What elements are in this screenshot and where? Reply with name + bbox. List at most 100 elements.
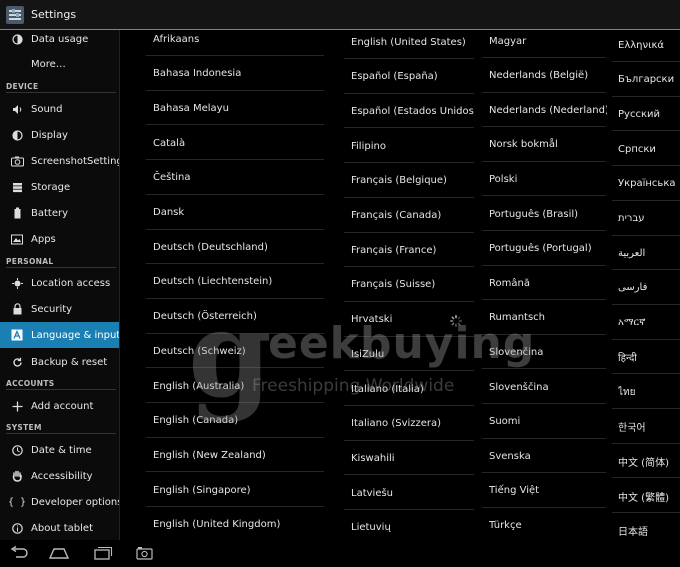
sidebar-item-label: Battery [31, 207, 69, 219]
language-option[interactable]: Svenska [489, 439, 607, 473]
language-option[interactable]: English (United States) [351, 25, 475, 59]
language-option[interactable]: Filipino [351, 129, 475, 163]
section-divider [6, 389, 116, 390]
sidebar-item-label: Add account [31, 400, 94, 412]
apps-icon [10, 232, 24, 246]
sidebar-item-add-account[interactable]: Add account [0, 393, 119, 419]
language-option[interactable]: Polski [489, 162, 607, 196]
home-icon[interactable] [48, 546, 70, 560]
sidebar-item-label: ScreenshotSetting [31, 155, 119, 167]
language-option[interactable]: Bahasa Indonesia [153, 57, 325, 91]
language-option[interactable]: עברית [618, 202, 680, 236]
language-option[interactable]: Português (Brasil) [489, 197, 607, 231]
settings-sidebar: Data usage More… DEVICE Sound Display Sc… [0, 30, 120, 540]
back-icon[interactable] [8, 546, 30, 560]
language-option[interactable]: Русский [618, 97, 680, 131]
language-option[interactable]: العربية [618, 236, 680, 270]
language-option[interactable]: Slovenščina [489, 370, 607, 404]
language-option[interactable]: አማርኛ [618, 306, 680, 340]
language-option[interactable]: Français (Suisse) [351, 268, 475, 302]
sidebar-item-label: More… [31, 58, 66, 70]
language-option[interactable]: Suomi [489, 405, 607, 439]
sidebar-item-language-input[interactable]: Language & input [0, 322, 119, 348]
language-option[interactable]: Latviešu [351, 476, 475, 510]
sidebar-item-data-usage[interactable]: Data usage [0, 26, 119, 52]
language-option[interactable]: Deutsch (Deutschland) [153, 230, 325, 264]
sidebar-item-security[interactable]: Security [0, 296, 119, 322]
sidebar-item-location-access[interactable]: Location access [0, 270, 119, 296]
language-option[interactable]: Bahasa Melayu [153, 91, 325, 125]
language-option[interactable]: 中文 (繁體) [618, 479, 680, 513]
location-icon [10, 276, 24, 290]
language-option[interactable]: Français (Canada) [351, 199, 475, 233]
language-option[interactable]: Српски [618, 132, 680, 166]
recent-apps-icon[interactable] [92, 546, 114, 560]
language-option[interactable]: Tiếng Việt [489, 474, 607, 508]
language-option[interactable]: English (Singapore) [153, 473, 325, 507]
sidebar-item-display[interactable]: Display [0, 122, 119, 148]
sidebar-item-screenshot-settings[interactable]: ScreenshotSetting [0, 148, 119, 174]
language-option[interactable]: Kiswahili [351, 441, 475, 475]
language-option[interactable]: English (New Zealand) [153, 438, 325, 472]
language-option[interactable]: فارسی [618, 271, 680, 305]
language-option[interactable]: 中文 (简体) [618, 444, 680, 478]
clock-icon [10, 443, 24, 457]
sidebar-item-label: Storage [31, 181, 71, 193]
sidebar-item-label: Date & time [31, 444, 92, 456]
screenshot-icon[interactable] [136, 546, 154, 560]
section-header-system: SYSTEM [6, 423, 42, 432]
language-option[interactable]: Magyar [489, 24, 607, 58]
language-option[interactable]: Українська [618, 167, 680, 201]
language-option[interactable]: हिन्दी [618, 340, 680, 374]
language-option[interactable]: Norsk bokmål [489, 128, 607, 162]
language-option[interactable]: Italiano (Svizzera) [351, 407, 475, 441]
language-option[interactable]: Español (Estados Unidos) [351, 94, 475, 128]
language-option[interactable]: Português (Portugal) [489, 232, 607, 266]
sidebar-item-label: Data usage [31, 33, 89, 45]
section-divider [6, 92, 116, 93]
sidebar-item-date-time[interactable]: Date & time [0, 437, 119, 463]
sidebar-item-developer-options[interactable]: { } Developer options [0, 489, 119, 515]
language-option[interactable]: Ελληνικά [618, 28, 680, 62]
language-option[interactable]: Dansk [153, 196, 325, 230]
app-title: Settings [31, 8, 77, 21]
sidebar-item-label: Apps [31, 233, 56, 245]
sidebar-item-sound[interactable]: Sound [0, 96, 119, 122]
language-option[interactable]: ไทย [618, 375, 680, 409]
speaker-icon [10, 102, 24, 116]
language-option[interactable]: Türkçe [489, 508, 607, 542]
sidebar-item-label: Backup & reset [31, 356, 108, 368]
language-option[interactable]: Nederlands (België) [489, 59, 607, 93]
language-option[interactable]: Nederlands (Nederland) [489, 93, 607, 127]
sidebar-item-more[interactable]: More… [0, 51, 119, 77]
plus-icon [10, 399, 24, 413]
language-option[interactable]: Čeština [153, 161, 325, 195]
data-usage-icon [10, 32, 24, 46]
sidebar-item-apps[interactable]: Apps [0, 226, 119, 252]
sidebar-item-backup-reset[interactable]: Backup & reset [0, 349, 119, 375]
language-option[interactable]: Български [618, 63, 680, 97]
settings-app-icon[interactable] [5, 5, 25, 25]
language-option[interactable]: Français (France) [351, 233, 475, 267]
language-option[interactable]: Català [153, 126, 325, 160]
sidebar-item-about-tablet[interactable]: About tablet [0, 515, 119, 541]
language-option[interactable]: Français (Belgique) [351, 164, 475, 198]
language-option[interactable]: Español (España) [351, 60, 475, 94]
language-option[interactable]: Afrikaans [153, 22, 325, 56]
language-option[interactable]: 한국어 [618, 410, 680, 444]
language-option[interactable]: Română [489, 266, 607, 300]
info-icon [10, 521, 24, 535]
watermark-tagline: Freeshipping Worldwide [252, 376, 455, 396]
camera-icon [10, 154, 24, 168]
braces-icon: { } [7, 496, 27, 508]
backup-icon [10, 355, 24, 369]
sidebar-item-storage[interactable]: Storage [0, 174, 119, 200]
sidebar-item-label: Display [31, 129, 68, 141]
language-option[interactable]: English (United Kingdom) [153, 508, 325, 542]
battery-icon [10, 206, 24, 220]
lock-icon [10, 302, 24, 316]
sidebar-item-accessibility[interactable]: Accessibility [0, 463, 119, 489]
sidebar-item-label: Accessibility [31, 470, 93, 482]
sidebar-item-battery[interactable]: Battery [0, 200, 119, 226]
section-header-accounts: ACCOUNTS [6, 379, 55, 388]
